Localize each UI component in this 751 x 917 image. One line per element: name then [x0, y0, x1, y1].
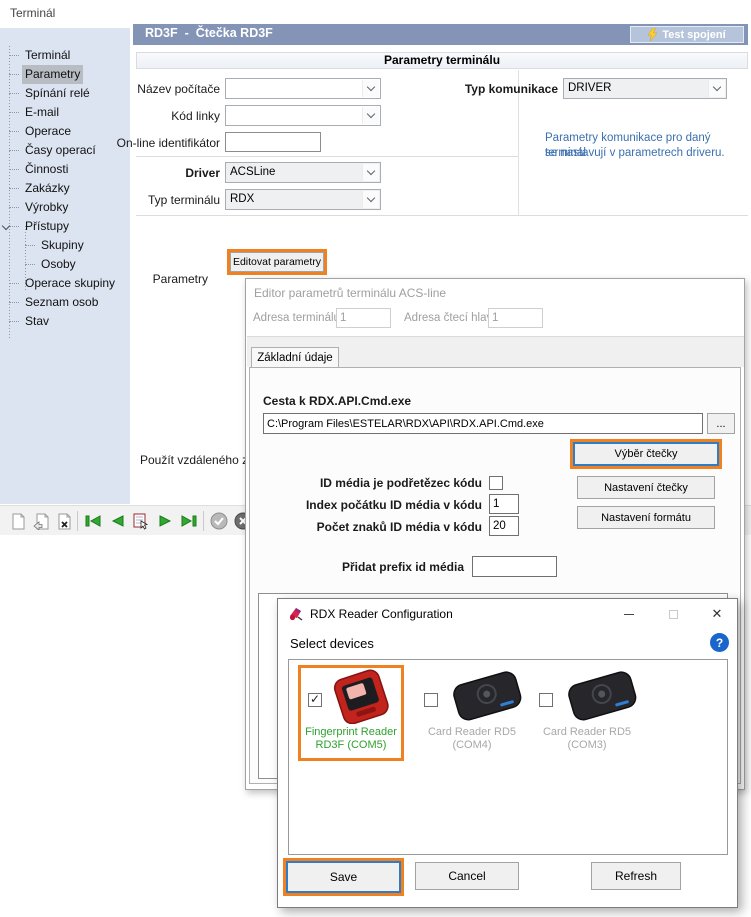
minimize-icon: [624, 614, 634, 615]
count-label: Počet znaků ID média v kódu: [246, 517, 482, 537]
online-id-label: On-line identifikátor: [60, 133, 220, 153]
sidebar-tree: Terminál Parametry Spínání relé E-mail O…: [0, 28, 130, 504]
prefix-label: Přidat prefix id média: [246, 557, 464, 577]
online-id-input[interactable]: [225, 132, 321, 152]
device-checkbox-rd3f[interactable]: [308, 693, 322, 707]
edit-params-highlight: Editovat parametry: [227, 249, 327, 275]
sidebar-item-operace-skupiny[interactable]: Operace skupiny: [0, 274, 130, 293]
line-code-combo[interactable]: [225, 105, 381, 126]
substring-label: ID média je podřetězec kódu: [246, 473, 482, 493]
rdx-reader-dialog: RDX Reader Configuration ✕ Select device…: [277, 598, 738, 908]
save-highlight: Save: [283, 858, 404, 896]
device-label-rd3f[interactable]: Fingerprint Reader RD3F (COM5): [297, 726, 405, 752]
rdx-app-icon: [288, 606, 304, 622]
sidebar-item-osoby[interactable]: Osoby: [0, 255, 130, 274]
chevron-down-icon[interactable]: [362, 164, 379, 181]
edit-record-icon[interactable]: [31, 511, 51, 531]
minimize-button[interactable]: [607, 599, 651, 629]
terminal-address-input[interactable]: [336, 308, 391, 328]
chevron-down-icon[interactable]: [362, 191, 379, 208]
sidebar-item-terminal[interactable]: Terminál: [0, 46, 130, 65]
reader-settings-button[interactable]: Nastavení čtečky: [577, 476, 715, 499]
comm-hint-line2: se nastavují v parametrech driveru.: [545, 146, 725, 161]
select-reader-highlight: Výběr čtečky: [570, 439, 722, 469]
select-devices-label: Select devices: [290, 636, 374, 651]
count-input[interactable]: [489, 516, 519, 536]
terminal-type-combo[interactable]: RDX: [225, 189, 381, 210]
edit-params-button[interactable]: Editovat parametry: [230, 252, 324, 272]
test-connection-button[interactable]: Test spojení: [630, 26, 744, 43]
path-input[interactable]: [263, 413, 703, 434]
tab-zakladni-udaje[interactable]: Základní údaje: [251, 347, 339, 368]
lightning-icon: [648, 28, 657, 41]
chevron-down-icon[interactable]: [708, 80, 725, 97]
section-header: Parametry terminálu: [136, 52, 748, 69]
sidebar-item-seznam-osob[interactable]: Seznam osob: [0, 293, 130, 312]
device-checkbox-rd5-com3[interactable]: [539, 693, 553, 707]
maximize-icon: [669, 610, 678, 619]
head-address-label: Adresa čtecí hlavy: [404, 312, 498, 324]
chevron-down-icon[interactable]: [362, 80, 379, 97]
delete-record-icon[interactable]: [54, 511, 74, 531]
close-button[interactable]: ✕: [695, 599, 739, 629]
card-reader-image[interactable]: [441, 666, 533, 724]
terminal-type-label: Typ terminálu: [60, 190, 220, 210]
terminal-address-label: Adresa terminálu: [253, 312, 340, 324]
toolbar-separator: [203, 511, 204, 531]
accept-icon[interactable]: [209, 511, 229, 531]
head-address-input[interactable]: [488, 308, 543, 328]
next-record-icon[interactable]: [155, 511, 175, 531]
help-icon[interactable]: ?: [710, 633, 729, 652]
fingerprint-reader-image[interactable]: [326, 668, 396, 724]
sidebar-item-stav[interactable]: Stav: [0, 312, 130, 331]
comm-type-label: Typ komunikace: [440, 79, 558, 99]
parameters-label: Parametry: [118, 269, 208, 289]
device-checkbox-rd5-com4[interactable]: [424, 693, 438, 707]
card-reader-image[interactable]: [556, 666, 648, 724]
index-input[interactable]: [489, 494, 519, 514]
prefix-input[interactable]: [472, 556, 557, 577]
save-button[interactable]: Save: [286, 861, 401, 893]
record-header-bar: RD3F - Čtečka RD3F Test spojení: [133, 24, 748, 45]
device-list: Fingerprint Reader RD3F (COM5) Card Read…: [288, 659, 728, 855]
chevron-down-icon[interactable]: [2, 222, 10, 230]
dialog-title: RDX Reader Configuration: [310, 607, 453, 621]
computer-name-combo[interactable]: [225, 78, 381, 99]
index-label: Index počátku ID média v kódu: [246, 495, 482, 515]
maximize-button[interactable]: [651, 599, 695, 629]
line-code-label: Kód linky: [60, 106, 220, 126]
divider: [136, 156, 518, 157]
first-record-icon[interactable]: [83, 511, 103, 531]
browse-records-icon[interactable]: [131, 511, 151, 531]
sidebar-item-skupiny[interactable]: Skupiny: [0, 236, 130, 255]
divider: [136, 215, 748, 216]
page-title: RD3F - Čtečka RD3F: [145, 26, 273, 40]
comm-type-combo[interactable]: DRIVER: [563, 78, 727, 99]
editor-title: Editor parametrů terminálu ACS-line: [254, 286, 446, 300]
path-label: Cesta k RDX.API.Cmd.exe: [263, 391, 411, 411]
select-reader-button[interactable]: Výběr čtečky: [573, 442, 719, 466]
remote-device-label: Použít vzdáleného z: [140, 450, 246, 470]
last-record-icon[interactable]: [179, 511, 199, 531]
device-label-rd5-com3[interactable]: Card Reader RD5 (COM3): [528, 726, 646, 752]
prior-record-icon[interactable]: [107, 511, 127, 531]
new-record-icon[interactable]: [8, 511, 28, 531]
toolbar-separator: [77, 511, 78, 531]
driver-combo[interactable]: ACSLine: [225, 162, 381, 183]
sidebar-item-pristupy[interactable]: Přístupy: [0, 217, 130, 236]
application-window: Terminál Terminál Parametry Spínání relé…: [0, 0, 751, 917]
browse-button[interactable]: ...: [707, 413, 735, 434]
chevron-down-icon[interactable]: [362, 107, 379, 124]
cancel-button[interactable]: Cancel: [415, 862, 519, 890]
window-menu-label[interactable]: Terminál: [10, 6, 55, 20]
format-settings-button[interactable]: Nastavení formátu: [577, 506, 715, 529]
driver-label: Driver: [60, 163, 220, 183]
device-label-rd5-com4[interactable]: Card Reader RD5 (COM4): [413, 726, 531, 752]
computer-name-label: Název počítače: [60, 79, 220, 99]
refresh-button[interactable]: Refresh: [591, 862, 681, 890]
substring-checkbox[interactable]: [489, 476, 503, 490]
